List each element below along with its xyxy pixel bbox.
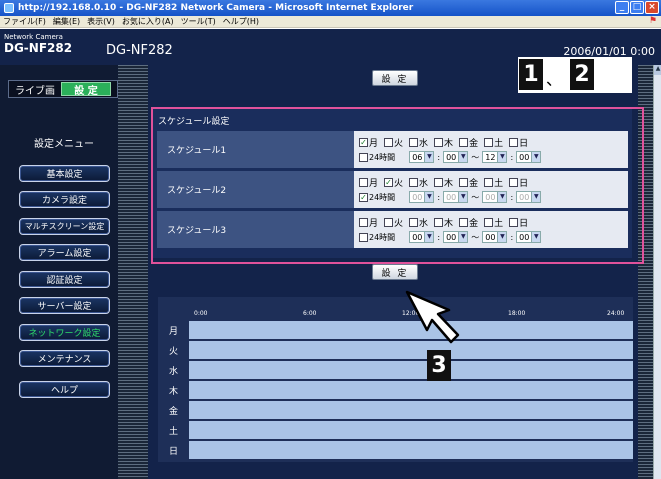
callout-2: 2 (570, 59, 594, 90)
callout-3: 3 (427, 350, 451, 381)
timeline-day-label: 木 (158, 381, 189, 400)
callout-separator: 、 (546, 70, 563, 89)
sidebar-item-network[interactable]: ネットワーク設定 (19, 324, 110, 341)
hour-label: 24:00 (607, 310, 625, 317)
timeline-row: 金 (158, 401, 633, 420)
bottom-set-button[interactable]: 設 定 (372, 264, 418, 280)
menu-help[interactable]: ヘルプ(H) (223, 16, 259, 27)
setting-mode-button[interactable]: 設 定 (61, 82, 111, 97)
header-model-center: DG-NF282 (106, 43, 173, 58)
menu-view[interactable]: 表示(V) (87, 16, 115, 27)
header-model: DG-NF282 (4, 41, 73, 55)
close-icon[interactable]: × (645, 1, 659, 14)
highlight-box (151, 107, 644, 264)
window-title: http://192.168.0.10 - DG-NF282 Network C… (18, 3, 414, 13)
windows-flag-icon: ⚑ (648, 16, 657, 26)
sidebar-item-maintenance[interactable]: メンテナンス (19, 350, 110, 367)
sidebar-item-server[interactable]: サーバー設定 (19, 297, 110, 314)
callout-1: 1 (519, 59, 543, 90)
timeline-bar (189, 401, 633, 419)
sidebar-item-multiscreen[interactable]: マルチスクリーン設定 (19, 218, 110, 235)
scroll-up-icon[interactable]: ▲ (654, 65, 661, 75)
timeline-row: 月 (158, 321, 633, 340)
timeline-bar (189, 441, 633, 459)
timeline-row: 火 (158, 341, 633, 360)
settings-menu-title: 設定メニュー (34, 139, 94, 150)
timeline-day-label: 月 (158, 321, 189, 340)
window-titlebar: http://192.168.0.10 - DG-NF282 Network C… (0, 0, 661, 16)
sidebar-item-basic[interactable]: 基本設定 (19, 165, 110, 182)
hour-label: 0:00 (194, 310, 208, 317)
scrollbar[interactable]: ▲ (653, 65, 661, 479)
timeline-row: 木 (158, 381, 633, 400)
window-controls: _ □ × (615, 1, 659, 14)
pointer-cursor-icon (405, 290, 460, 344)
timeline-row: 土 (158, 421, 633, 440)
timeline-day-label: 土 (158, 421, 189, 440)
menu-edit[interactable]: 編集(E) (53, 16, 80, 27)
menu-bar: ファイル(F) 編集(E) 表示(V) お気に入り(A) ツール(T) ヘルプ(… (0, 16, 661, 28)
menu-tools[interactable]: ツール(T) (181, 16, 216, 27)
sidebar-item-help[interactable]: ヘルプ (19, 381, 110, 398)
ie-icon (4, 3, 14, 13)
maximize-icon[interactable]: □ (630, 1, 644, 14)
hour-label: 6:00 (303, 310, 317, 317)
timeline-day-label: 火 (158, 341, 189, 360)
sidebar-item-alarm[interactable]: アラーム設定 (19, 244, 110, 261)
header-subtitle: Network Camera (4, 33, 63, 41)
top-set-button[interactable]: 設 定 (372, 70, 418, 86)
timeline-row: 水 (158, 361, 633, 380)
sidebar-item-auth[interactable]: 認証設定 (19, 271, 110, 288)
timeline-bar (189, 421, 633, 439)
hour-label: 18:00 (508, 310, 526, 317)
timeline-bar (189, 361, 633, 379)
menu-file[interactable]: ファイル(F) (3, 16, 46, 27)
timeline-day-label: 水 (158, 361, 189, 380)
timeline-hours: 0:00 6:00 12:00 18:00 24:00 (158, 308, 633, 320)
mode-toggle: ライブ画 設 定 (8, 80, 118, 98)
left-stripe (118, 65, 148, 479)
timeline-day-label: 日 (158, 441, 189, 460)
live-button[interactable]: ライブ画 (9, 81, 61, 97)
timeline-bar (189, 381, 633, 399)
timeline-row: 日 (158, 441, 633, 460)
menu-favorites[interactable]: お気に入り(A) (122, 16, 174, 27)
timeline-day-label: 金 (158, 401, 189, 420)
minimize-icon[interactable]: _ (615, 1, 629, 14)
sidebar-item-camera[interactable]: カメラ設定 (19, 191, 110, 208)
